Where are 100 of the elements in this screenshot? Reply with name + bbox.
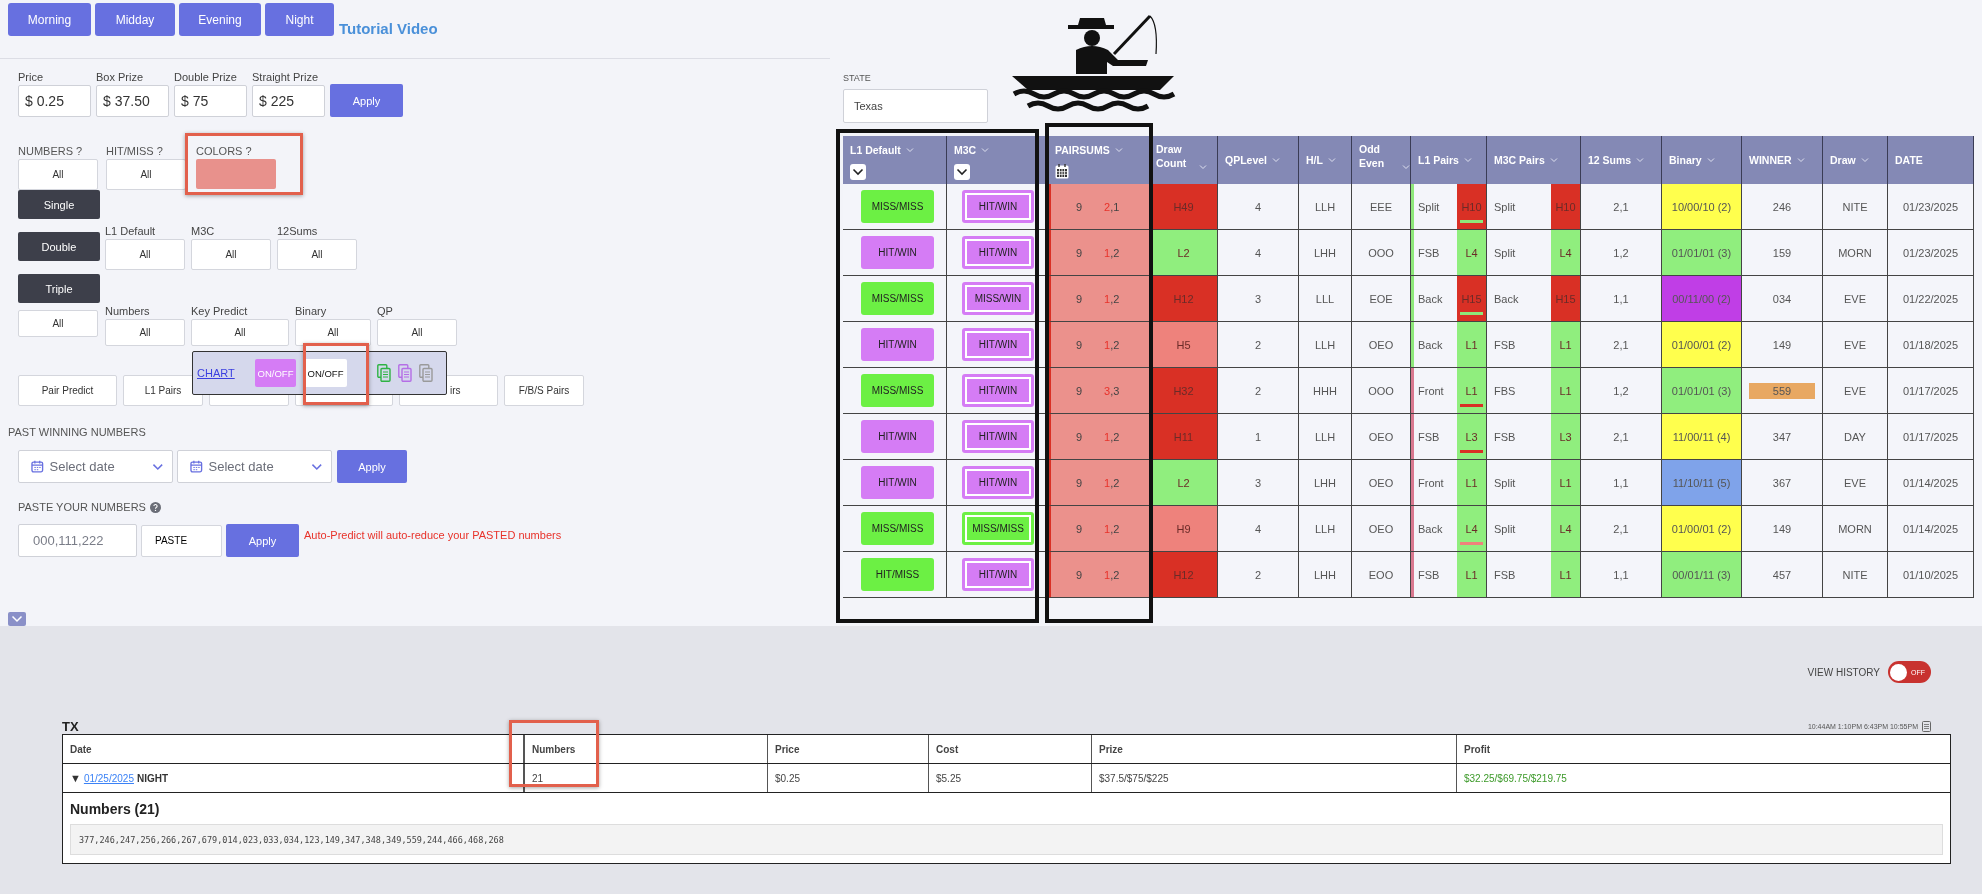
table-cell: $5.25 (929, 764, 1092, 792)
dropdown-toggle-icon[interactable] (954, 164, 970, 180)
column-header[interactable]: L1 Pairs (1418, 153, 1459, 167)
column-header[interactable]: M3C (954, 143, 977, 157)
table-cell: 1,1 (1581, 460, 1662, 506)
copy-icon[interactable] (377, 364, 391, 382)
apply-button[interactable]: Apply (337, 450, 407, 483)
type-button[interactable]: Triple (18, 274, 100, 303)
table-cell-text: Back (1493, 292, 1519, 305)
type-button[interactable]: Single (18, 190, 100, 219)
numbers-field[interactable]: 000,111,222 (18, 524, 137, 557)
filter-select[interactable]: All (191, 319, 289, 346)
chevron-down-icon[interactable] (1706, 157, 1715, 163)
price-field[interactable]: $ 37.50 (96, 85, 169, 117)
chevron-down-icon[interactable] (905, 147, 914, 153)
table-cell: 1,2 (1581, 230, 1662, 276)
level-cell: H10 (1551, 184, 1580, 229)
column-header: Numbers (524, 735, 768, 763)
field-label: Straight Prize (252, 71, 319, 83)
chevron-down-icon[interactable] (1327, 157, 1336, 163)
type-button[interactable]: Double (18, 232, 100, 261)
table-cell: EVE (1823, 276, 1888, 322)
dropdown-toggle-icon[interactable] (850, 164, 866, 180)
table-cell: 4 (1218, 506, 1299, 552)
table-cell: 2,1 (1581, 322, 1662, 368)
chevron-down-icon[interactable] (1199, 164, 1207, 170)
table-cell-text: Back (1417, 338, 1443, 351)
filter-select[interactable]: All (105, 319, 185, 346)
shift-tab[interactable]: Evening (179, 3, 261, 36)
on-off-toggle[interactable]: ON/OFF (304, 359, 347, 387)
column-header[interactable]: Draw Count (1156, 142, 1194, 170)
price-field[interactable]: $ 225 (252, 85, 325, 117)
state-field[interactable]: Texas (843, 89, 988, 123)
filter-select[interactable]: All (18, 159, 98, 190)
filter-select[interactable]: All (105, 239, 185, 270)
pair-value: 1,2 (1104, 292, 1120, 305)
pair-button[interactable]: F/B/S Pairs (504, 375, 584, 406)
paste-button[interactable]: PASTE (141, 524, 222, 557)
level-cell: L1 (1551, 460, 1580, 505)
chevron-down-icon[interactable] (1796, 157, 1805, 163)
date-link[interactable]: 01/25/2025 (83, 772, 134, 784)
column-header[interactable]: Odd Even (1359, 142, 1397, 170)
column-header[interactable]: DATE (1895, 153, 1923, 167)
field-label: Box Prize (96, 71, 144, 83)
chevron-down-icon[interactable] (1402, 164, 1410, 170)
date-picker[interactable]: Select date (18, 450, 173, 483)
result-badge: HIT/WIN (861, 328, 934, 361)
chevron-down-icon[interactable] (1463, 157, 1472, 163)
result-badge: HIT/WIN (962, 374, 1034, 407)
level-cell: L1 (1457, 322, 1486, 367)
price-field[interactable]: $ 75 (174, 85, 247, 117)
help-icon[interactable] (149, 501, 161, 513)
column-header[interactable]: H/L (1306, 153, 1323, 167)
filter-select[interactable]: All (191, 239, 271, 270)
table-cell-text: Split (1493, 246, 1516, 259)
document-icon[interactable] (1922, 721, 1931, 732)
shift-tab[interactable]: Morning (8, 3, 91, 36)
level-cell: L4 (1457, 506, 1486, 551)
price-field[interactable]: $ 0.25 (18, 85, 91, 117)
chevron-down-icon[interactable] (1860, 157, 1869, 163)
shift-tab[interactable]: Midday (95, 3, 175, 36)
column-header[interactable]: QPLevel (1225, 153, 1268, 167)
chevron-down-icon[interactable] (1636, 157, 1645, 163)
chevron-down-icon[interactable] (1549, 157, 1558, 163)
section-label: PAST WINNING NUMBERS (8, 426, 146, 438)
table-cell: 11/00/11 (4) (1662, 414, 1742, 460)
date-picker[interactable]: Select date (177, 450, 332, 483)
copy-icon[interactable] (398, 364, 412, 382)
table-cell: OEO (1352, 414, 1411, 460)
color-swatch[interactable] (196, 159, 276, 189)
column-header: Date (63, 735, 524, 763)
copy-icon[interactable] (419, 364, 433, 382)
chevron-down-icon[interactable] (1114, 147, 1123, 153)
collapse-button[interactable] (8, 612, 26, 626)
filter-select[interactable]: All (18, 310, 98, 337)
table-cell: 11/10/11 (5) (1662, 460, 1742, 506)
table-cell: EEE (1352, 184, 1411, 230)
column-header[interactable]: PAIRSUMS (1055, 143, 1110, 157)
column-header[interactable]: M3C Pairs (1494, 153, 1545, 167)
column-header[interactable]: Draw (1830, 153, 1856, 167)
column-header[interactable]: Binary (1669, 153, 1702, 167)
filter-select[interactable]: All (377, 319, 457, 346)
column-header[interactable]: L1 Default (850, 143, 901, 157)
column-header[interactable]: 12 Sums (1588, 153, 1632, 167)
calendar-icon[interactable] (1055, 164, 1069, 179)
winner-number: 367 (1771, 475, 1793, 491)
filter-select[interactable]: All (277, 239, 357, 270)
tutorial-link[interactable]: Tutorial Video (339, 20, 438, 37)
filter-select[interactable]: All (106, 159, 186, 190)
apply-button[interactable]: Apply (226, 524, 299, 557)
column-header[interactable]: WINNER (1749, 153, 1792, 167)
shift-tab[interactable]: Night (265, 3, 334, 36)
pair-button[interactable]: Pair Predict (18, 375, 117, 406)
table-cell: H5 (1150, 322, 1218, 368)
chevron-down-icon[interactable] (981, 147, 990, 153)
chevron-down-icon[interactable] (1272, 157, 1281, 163)
apply-button[interactable]: Apply (330, 84, 403, 117)
expand-toggle[interactable]: ▼ (70, 772, 81, 784)
pair-value: 1,2 (1104, 338, 1120, 351)
table-cell: $0.25 (768, 764, 929, 792)
